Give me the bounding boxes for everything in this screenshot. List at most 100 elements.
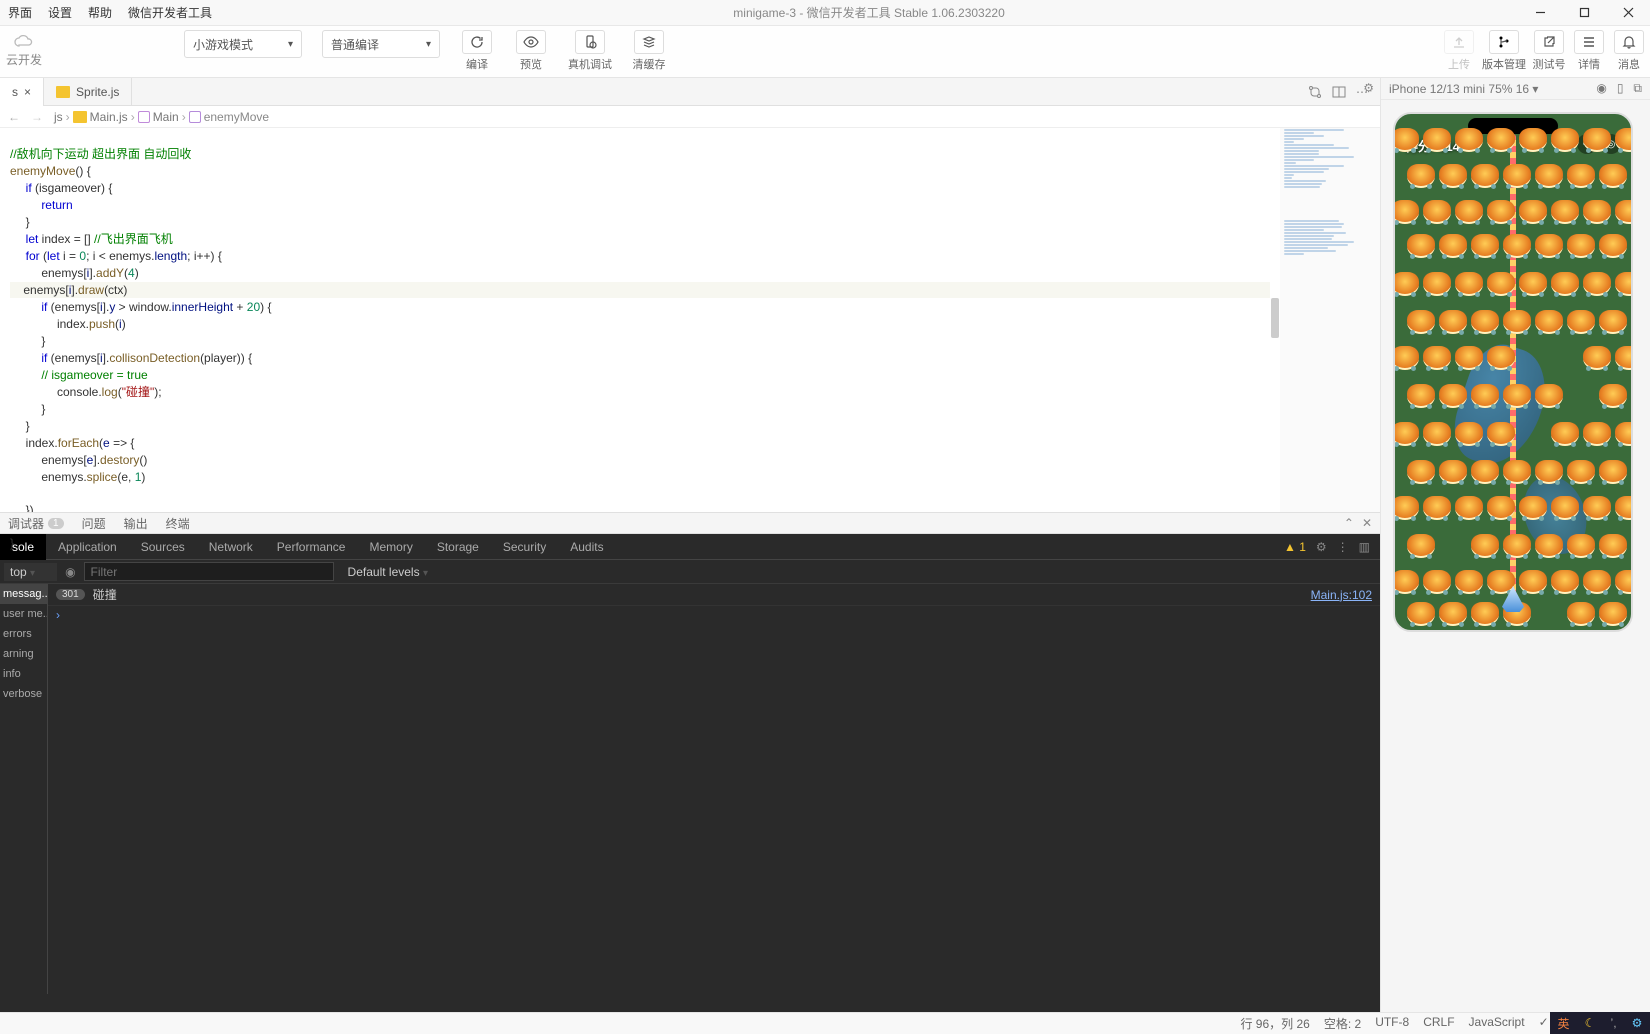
- cloud-dev-button[interactable]: 云开发: [4, 35, 44, 68]
- device-icon[interactable]: ▯: [1617, 81, 1624, 96]
- devtools-tab-memory[interactable]: Memory: [357, 534, 424, 560]
- enemy-sprite: [1631, 534, 1633, 558]
- encoding-info[interactable]: UTF-8: [1375, 1015, 1409, 1032]
- enemy-sprite: [1567, 602, 1595, 626]
- enemy-sprite: [1615, 272, 1633, 296]
- nav-back-icon[interactable]: ←: [8, 110, 20, 124]
- editor-tab-s[interactable]: s ×: [0, 78, 44, 106]
- eye-icon[interactable]: ◉: [65, 565, 75, 579]
- upload-icon: [1444, 30, 1474, 54]
- bc-method[interactable]: enemyMove: [204, 110, 269, 124]
- tab-output[interactable]: 输出: [124, 515, 148, 532]
- side-user[interactable]: user me..: [0, 604, 47, 624]
- dock-icon[interactable]: ▥: [1359, 540, 1370, 554]
- minimap[interactable]: [1280, 128, 1380, 512]
- stack-icon: [634, 30, 664, 54]
- enemy-sprite: [1503, 460, 1531, 484]
- devtools-tab-application[interactable]: Application: [46, 534, 129, 560]
- version-button[interactable]: 版本管理: [1482, 30, 1526, 72]
- enemy-sprite: [1439, 234, 1467, 258]
- enemy-sprite: [1393, 128, 1419, 152]
- enemy-sprite: [1455, 496, 1483, 520]
- nav-fwd-icon[interactable]: →: [31, 110, 43, 124]
- compile-target-select[interactable]: 普通编译 ▾: [322, 30, 440, 58]
- devtools-tab-storage[interactable]: Storage: [425, 534, 491, 560]
- code-editor[interactable]: //敌机向下运动 超出界面 自动回收 enemyMove() { if (isg…: [0, 128, 1380, 512]
- tab-terminal[interactable]: 终端: [166, 515, 190, 532]
- js-file-icon: [56, 86, 70, 98]
- cursor-position[interactable]: 行 96，列 26: [1240, 1015, 1309, 1032]
- menu-bar: 界面 设置 帮助 微信开发者工具: [0, 0, 220, 25]
- enemy-sprite: [1567, 164, 1595, 188]
- preview-button[interactable]: 预览: [514, 30, 548, 72]
- minimize-button[interactable]: [1518, 0, 1562, 26]
- game-mode-select[interactable]: 小游戏模式 ▾: [184, 30, 302, 58]
- messages-button[interactable]: 消息: [1612, 30, 1646, 72]
- details-button[interactable]: 详情: [1572, 30, 1606, 72]
- console-filter-input[interactable]: [84, 562, 334, 581]
- indent-info[interactable]: 空格: 2: [1324, 1015, 1361, 1032]
- gear-icon[interactable]: ⚙: [1316, 540, 1327, 554]
- enemy-sprite: [1535, 164, 1563, 188]
- close-button[interactable]: [1606, 0, 1650, 26]
- git-compare-icon[interactable]: [1308, 85, 1322, 99]
- bc-class[interactable]: Main: [153, 110, 179, 124]
- enemy-sprite: [1393, 272, 1419, 296]
- enemy-sprite: [1535, 534, 1563, 558]
- log-level-select[interactable]: Default levels ▾: [342, 563, 450, 581]
- console-context-select[interactable]: top ▾: [4, 563, 57, 581]
- split-layout-icon[interactable]: [1332, 85, 1346, 99]
- menu-help[interactable]: 帮助: [80, 0, 120, 25]
- devtools-tab-sources[interactable]: Sources: [129, 534, 197, 560]
- enemy-sprite: [1423, 272, 1451, 296]
- enemy-sprite: [1615, 346, 1633, 370]
- clear-cache-button[interactable]: 清缓存: [632, 30, 666, 72]
- tab-problems[interactable]: 问题: [82, 515, 106, 532]
- bc-file[interactable]: Main.js: [90, 110, 128, 124]
- console-output[interactable]: 301 碰撞 Main.js:102 ›: [48, 584, 1380, 994]
- popout-icon[interactable]: ⧉: [1633, 81, 1642, 96]
- record-icon[interactable]: ◉: [1596, 81, 1606, 96]
- menu-icon[interactable]: ⋮: [1337, 540, 1349, 554]
- devtools-tab-performance[interactable]: Performance: [265, 534, 358, 560]
- menu-settings[interactable]: 设置: [40, 0, 80, 25]
- devtools-tab-security[interactable]: Security: [491, 534, 558, 560]
- side-messages[interactable]: messag..: [0, 584, 47, 604]
- cloud-dev-label: 云开发: [6, 51, 42, 68]
- close-icon[interactable]: ✕: [1362, 516, 1372, 530]
- side-info[interactable]: info: [0, 664, 47, 684]
- editor-tab-sprite[interactable]: Sprite.js: [44, 78, 132, 106]
- console-prompt[interactable]: ›: [48, 606, 1380, 624]
- menu-ui[interactable]: 界面: [0, 0, 40, 25]
- menu-devtools[interactable]: 微信开发者工具: [120, 0, 220, 25]
- side-verbose[interactable]: verbose: [0, 684, 47, 704]
- device-select[interactable]: iPhone 12/13 mini 75% 16 ▾: [1389, 82, 1538, 96]
- compile-button[interactable]: 编译: [460, 30, 494, 72]
- close-icon[interactable]: ×: [24, 85, 31, 99]
- remote-debug-button[interactable]: 真机调试: [568, 30, 612, 72]
- upload-button[interactable]: 上传: [1442, 30, 1476, 72]
- log-source-link[interactable]: Main.js:102: [1311, 588, 1372, 602]
- editor-tab-label: s: [12, 85, 18, 99]
- enemy-sprite: [1503, 234, 1531, 258]
- devtools-tab-network[interactable]: Network: [197, 534, 265, 560]
- chevron-up-icon[interactable]: ⌃: [1344, 516, 1354, 530]
- devtools-tab-audits[interactable]: Audits: [558, 534, 615, 560]
- language-mode[interactable]: JavaScript: [1469, 1015, 1525, 1032]
- maximize-button[interactable]: [1562, 0, 1606, 26]
- console-log-row: 301 碰撞 Main.js:102: [48, 584, 1380, 606]
- gear-icon[interactable]: ⚙: [1363, 81, 1374, 95]
- warning-count-badge[interactable]: ▲ 1: [1284, 540, 1306, 554]
- side-errors[interactable]: errors: [0, 624, 47, 644]
- bc-folder[interactable]: js: [54, 110, 63, 124]
- enemy-sprite: [1439, 460, 1467, 484]
- game-simulator[interactable]: 得分: 114 ⋯ ◎: [1393, 112, 1633, 632]
- ime-indicator[interactable]: 英 ☾ ’, ⚙: [1550, 1012, 1650, 1034]
- enemy-sprite: [1407, 602, 1435, 626]
- compile-target-value: 普通编译: [331, 36, 379, 53]
- eol-info[interactable]: CRLF: [1423, 1015, 1454, 1032]
- side-warning[interactable]: arning: [0, 644, 47, 664]
- editor-scrollbar[interactable]: [1271, 298, 1279, 338]
- tab-debugger[interactable]: 调试器1: [8, 515, 64, 532]
- test-account-button[interactable]: 测试号: [1532, 30, 1566, 72]
